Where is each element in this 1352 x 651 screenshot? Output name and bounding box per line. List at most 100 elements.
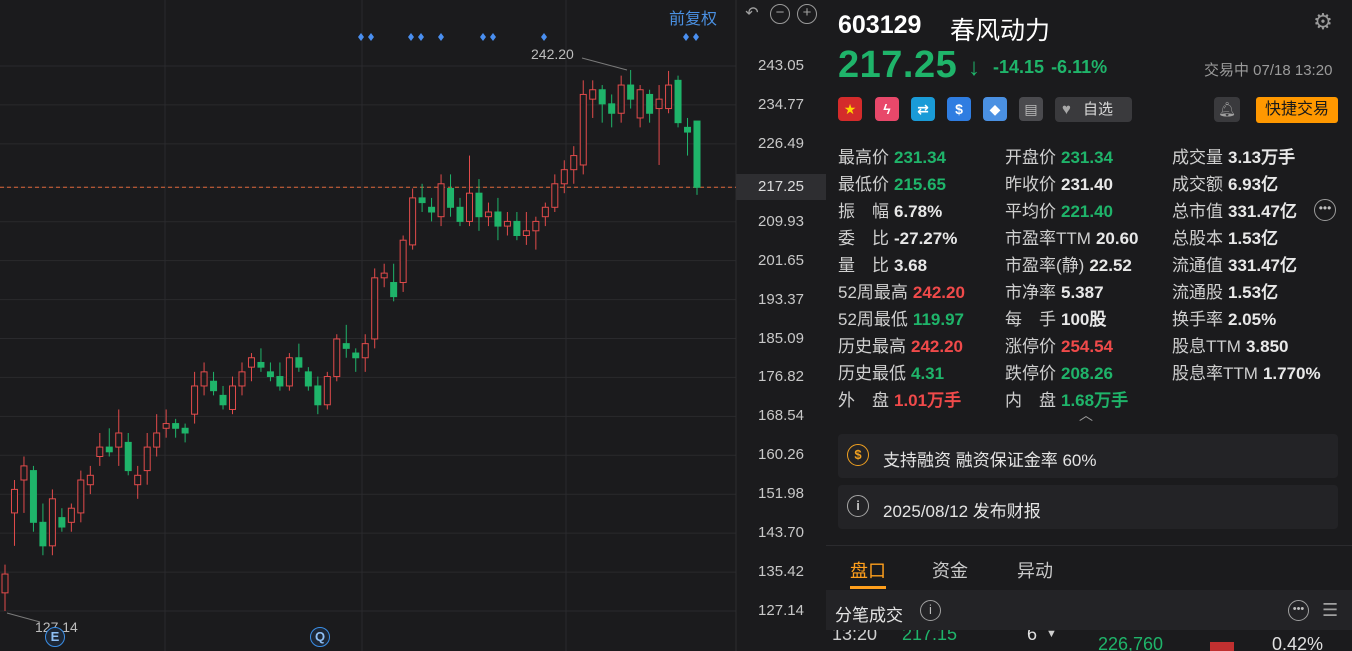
- stat-label: 换手率: [1172, 310, 1223, 329]
- stat-value: 6.78%: [894, 202, 943, 221]
- stat-label: 股息TTM: [1172, 337, 1241, 356]
- candle-up: [115, 432, 123, 448]
- tick-amount: 226,760: [1098, 634, 1164, 651]
- price-axis-label: 143.70: [758, 524, 804, 542]
- tab-bar: 盘口 资金 异动: [826, 545, 1352, 589]
- stat-label: 历史最高: [838, 337, 906, 356]
- candle-up: [541, 206, 549, 218]
- candle-up: [522, 230, 530, 237]
- stat-item: 每 手 100股: [1005, 305, 1106, 330]
- stat-item: 量 比 3.68: [838, 251, 927, 276]
- candle-up: [371, 277, 379, 340]
- stat-item: 外 盘 1.01万手: [838, 386, 961, 411]
- info-icon[interactable]: i: [920, 600, 941, 621]
- kline-chart[interactable]: [0, 0, 826, 651]
- tab-movement[interactable]: 异动: [1017, 557, 1053, 583]
- candle-up: [191, 385, 199, 415]
- tag-icon[interactable]: ◆: [983, 97, 1007, 121]
- candle-down: [181, 427, 189, 434]
- report-card[interactable]: i 2025/08/12 发布财报: [838, 485, 1338, 529]
- zoom-out-icon[interactable]: −: [770, 4, 790, 24]
- price-axis-label: 151.98: [758, 485, 804, 503]
- bell-icon[interactable]: 🔔︎: [1214, 97, 1240, 122]
- candle-up: [437, 183, 445, 218]
- margin-icon[interactable]: ϟ: [875, 97, 899, 121]
- event-marker-icon: [408, 33, 414, 41]
- arrow-down-icon: ↓: [968, 54, 980, 81]
- dollar-circle-icon: $: [847, 444, 869, 466]
- note-icon[interactable]: ▤: [1019, 97, 1043, 121]
- stat-item: 换手率 2.05%: [1172, 305, 1276, 330]
- candle-down: [418, 197, 426, 204]
- tick-volume: 6: [1027, 630, 1038, 644]
- margin-card[interactable]: $ 支持融资 融资保证金率 60%: [838, 434, 1338, 478]
- chevron-up-icon[interactable]: ︿: [1079, 405, 1093, 425]
- stat-value: 100股: [1061, 310, 1107, 329]
- stat-value: 331.47亿: [1228, 256, 1297, 275]
- candle-up: [285, 357, 293, 387]
- price-axis-label: 209.93: [758, 212, 804, 230]
- active-tab-indicator: [850, 586, 886, 589]
- period-high-label: 242.20: [531, 46, 574, 62]
- stat-label: 市净率: [1005, 283, 1056, 302]
- price-axis-label: 201.65: [758, 251, 804, 269]
- candle-up: [399, 239, 407, 284]
- more-icon[interactable]: •••: [1314, 199, 1336, 221]
- quick-trade-button[interactable]: 快捷交易: [1256, 97, 1338, 123]
- candle-up: [77, 479, 85, 514]
- stat-item: 成交额 6.93亿: [1172, 170, 1278, 195]
- stat-label: 总股本: [1172, 229, 1223, 248]
- adjust-mode-button[interactable]: 前复权: [669, 5, 717, 29]
- candle-up: [247, 357, 255, 368]
- event-badge-q[interactable]: Q: [310, 627, 330, 647]
- candle-down: [29, 470, 37, 523]
- candle-down: [105, 446, 113, 453]
- candle-down: [295, 357, 303, 368]
- stat-item: 股息率TTM 1.770%: [1172, 359, 1321, 384]
- stat-label: 平均价: [1005, 202, 1056, 221]
- stat-item: 股息TTM 3.850: [1172, 332, 1288, 357]
- candle-up: [551, 183, 559, 208]
- candle-down: [674, 79, 682, 124]
- stat-item: 52周最低 119.97: [838, 305, 964, 330]
- tab-capital[interactable]: 资金: [932, 557, 968, 583]
- stat-label: 历史最低: [838, 364, 906, 383]
- candle-down: [494, 211, 502, 227]
- stat-value: 254.54: [1061, 337, 1113, 356]
- gear-icon[interactable]: ⚙: [1312, 11, 1334, 33]
- add-watchlist-button[interactable]: ♥ 自选: [1055, 97, 1132, 122]
- undo-icon[interactable]: ↶: [742, 4, 762, 24]
- dollar-icon[interactable]: $: [947, 97, 971, 121]
- candle-down: [58, 517, 66, 528]
- candle-down: [684, 126, 692, 133]
- trade-status: 交易中 07/18 13:20: [1204, 62, 1333, 79]
- stat-item: 历史最低 4.31: [838, 359, 944, 384]
- price-axis-label: 243.05: [758, 57, 804, 74]
- list-icon[interactable]: ☰: [1322, 600, 1338, 620]
- china-flag-icon[interactable]: ★: [838, 97, 862, 121]
- more-icon[interactable]: •••: [1288, 600, 1309, 621]
- stat-item: 总股本 1.53亿: [1172, 224, 1278, 249]
- candle-down: [352, 352, 360, 359]
- zoom-in-icon[interactable]: +: [797, 4, 817, 24]
- kline-chart-area[interactable]: 前复权 ↶ − + 243.05 234.77 226.49 217.25 209.93…: [0, 0, 826, 651]
- candle-down: [219, 394, 227, 406]
- candle-up: [665, 84, 673, 110]
- candle-up: [200, 371, 208, 387]
- stat-item: 流通值 331.47亿: [1172, 251, 1297, 276]
- stat-value: 22.52: [1089, 256, 1132, 275]
- stat-value: 1.01万手: [894, 391, 962, 410]
- stat-label: 52周最高: [838, 283, 908, 302]
- candle-down: [39, 521, 47, 547]
- event-badge-e[interactable]: E: [45, 627, 65, 647]
- tick-header: 分笔成交 i ••• ☰: [826, 590, 1352, 630]
- tab-orderbook[interactable]: 盘口: [850, 557, 886, 583]
- candle-up: [636, 89, 644, 119]
- candle-up: [238, 371, 246, 387]
- shuffle-icon[interactable]: ⇄: [911, 97, 935, 121]
- candle-up: [617, 84, 625, 114]
- stat-item: 历史最高 242.20: [838, 332, 963, 357]
- price-change: -14.15 -6.11%: [993, 57, 1107, 78]
- stat-value: 221.40: [1061, 202, 1113, 221]
- candle-down: [598, 89, 606, 105]
